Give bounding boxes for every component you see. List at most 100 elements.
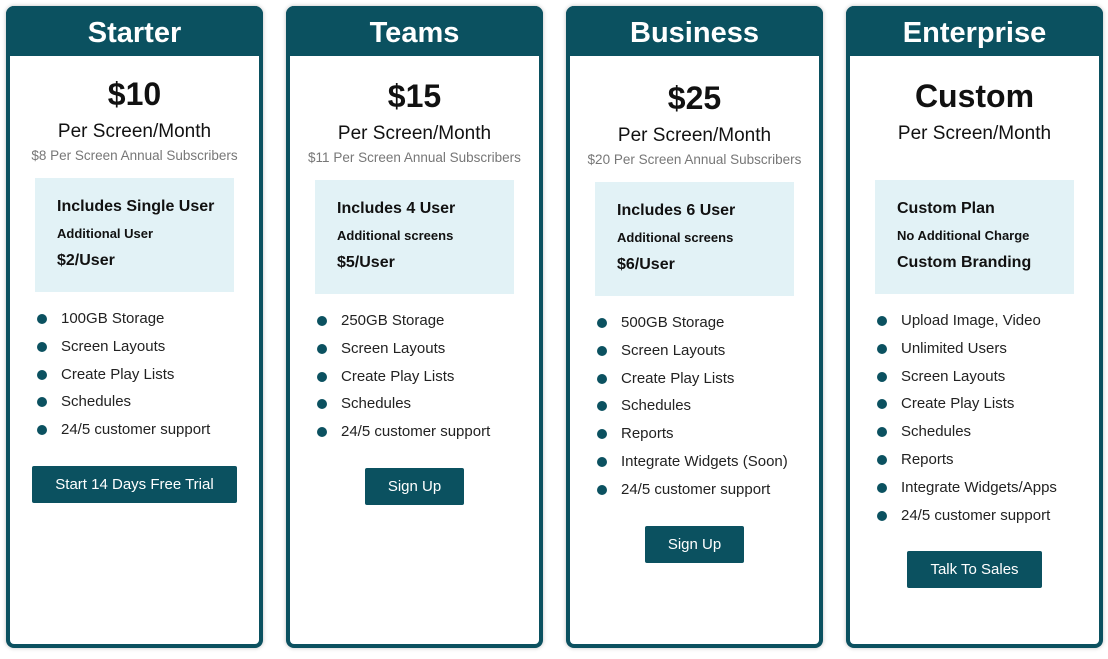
plan-card-teams: Teams $15 Per Screen/Month $11 Per Scree…	[286, 6, 543, 648]
plan-card-starter: Starter $10 Per Screen/Month $8 Per Scre…	[6, 6, 263, 648]
feature-item: Create Play Lists	[597, 370, 819, 398]
bullet-icon	[877, 454, 887, 465]
plan-name: Teams	[286, 6, 543, 56]
bullet-icon	[37, 369, 47, 380]
box-line-2: Additional screens	[617, 230, 734, 245]
bullet-icon	[317, 399, 327, 410]
box-line-2: Additional User	[57, 226, 154, 241]
feature-label: Reports	[901, 450, 954, 468]
feature-item: Reports	[877, 451, 1099, 479]
feature-item: Screen Layouts	[877, 368, 1099, 396]
price-period: Per Screen/Month	[617, 125, 772, 146]
feature-item: 250GB Storage	[317, 312, 539, 340]
feature-label: 24/5 customer support	[901, 506, 1051, 524]
enterprise-cta-button[interactable]: Talk To Sales	[907, 551, 1042, 589]
box-line-2: Additional screens	[337, 228, 454, 243]
bullet-icon	[877, 427, 887, 438]
feature-label: Screen Layouts	[341, 339, 446, 357]
feature-item: Schedules	[597, 397, 819, 425]
bullet-icon	[597, 345, 607, 356]
plan-user-box: Includes Single User Additional User $2/…	[35, 178, 234, 292]
teams-cta-button[interactable]: Sign Up	[364, 467, 465, 505]
box-line-3: $6/User	[617, 256, 675, 273]
plan-price: $25	[667, 80, 722, 116]
feature-label: Unlimited Users	[901, 339, 1007, 357]
plan-card-enterprise: Enterprise Custom Per Screen/Month Custo…	[846, 6, 1103, 648]
feature-label: Create Play Lists	[901, 395, 1015, 413]
price-period: Per Screen/Month	[897, 123, 1052, 144]
bullet-icon	[37, 341, 47, 352]
bullet-icon	[597, 373, 607, 384]
feature-item: 100GB Storage	[37, 310, 259, 338]
feature-item: Upload Image, Video	[877, 312, 1099, 340]
box-line-3: $5/User	[337, 254, 395, 271]
feature-label: 100GB Storage	[61, 310, 165, 327]
bullet-icon	[877, 371, 887, 382]
annual-price: $20 Per Screen Annual Subscribers	[587, 152, 802, 167]
price-period: Per Screen/Month	[337, 123, 492, 144]
plan-user-box: Custom Plan No Additional Charge Custom …	[875, 180, 1074, 294]
annual-price: $8 Per Screen Annual Subscribers	[31, 148, 238, 163]
bullet-icon	[597, 318, 607, 328]
feature-label: Integrate Widgets/Apps	[901, 478, 1057, 496]
feature-label: Create Play Lists	[341, 367, 455, 385]
feature-label: 24/5 customer support	[341, 423, 491, 441]
feature-item: Unlimited Users	[877, 340, 1099, 368]
box-line-1: Includes 6 User	[617, 202, 736, 219]
bullet-icon	[877, 399, 887, 410]
feature-item: Screen Layouts	[597, 342, 819, 370]
bullet-icon	[877, 482, 887, 493]
feature-label: 250GB Storage	[341, 312, 445, 329]
price-period: Per Screen/Month	[57, 121, 212, 142]
feature-item: Integrate Widgets/Apps	[877, 479, 1099, 507]
annual-price: $11 Per Screen Annual Subscribers	[308, 150, 521, 165]
plan-name: Business	[566, 6, 823, 56]
feature-item: 24/5 customer support	[37, 421, 259, 449]
feature-item: 24/5 customer support	[597, 481, 819, 509]
feature-list: 100GB Storage Screen Layouts Create Play L…	[10, 310, 259, 449]
bullet-icon	[877, 343, 887, 354]
feature-item: Integrate Widgets (Soon)	[597, 453, 819, 481]
plan-name: Enterprise	[846, 6, 1103, 56]
feature-label: Schedules	[341, 395, 412, 413]
feature-label: Screen Layouts	[621, 341, 726, 359]
feature-label: Reports	[621, 425, 674, 443]
feature-label: Create Play Lists	[61, 365, 175, 383]
bullet-icon	[877, 316, 887, 326]
bullet-icon	[877, 510, 887, 521]
feature-item: Screen Layouts	[317, 340, 539, 368]
feature-item: 24/5 customer support	[317, 423, 539, 451]
box-line-1: Includes 4 User	[337, 200, 456, 217]
starter-cta-button[interactable]: Start 14 Days Free Trial	[32, 465, 237, 503]
feature-item: Schedules	[317, 395, 539, 423]
feature-label: Integrate Widgets (Soon)	[621, 452, 788, 470]
feature-item: 24/5 customer support	[877, 507, 1099, 535]
box-line-3: $2/User	[57, 252, 115, 269]
bullet-icon	[317, 316, 327, 326]
feature-label: Upload Image, Video	[901, 312, 1041, 329]
annual-price	[850, 149, 1099, 167]
feature-label: Schedules	[901, 423, 972, 441]
plan-price: $10	[107, 76, 162, 112]
bullet-icon	[597, 429, 607, 440]
bullet-icon	[37, 314, 47, 324]
feature-label: Schedules	[61, 393, 132, 411]
business-cta-button[interactable]: Sign Up	[644, 525, 745, 563]
bullet-icon	[597, 456, 607, 467]
bullet-icon	[317, 371, 327, 382]
bullet-icon	[597, 401, 607, 412]
feature-list: 500GB Storage Screen Layouts Create Play L…	[570, 314, 819, 509]
plan-price: $15	[387, 78, 442, 114]
feature-item: Create Play Lists	[37, 366, 259, 394]
feature-item: Reports	[597, 425, 819, 453]
feature-item: 500GB Storage	[597, 314, 819, 342]
feature-label: 500GB Storage	[621, 314, 725, 331]
plan-user-box: Includes 4 User Additional screens $5/Us…	[315, 180, 514, 294]
plan-name: Starter	[6, 6, 263, 56]
feature-item: Create Play Lists	[317, 368, 539, 396]
feature-label: Screen Layouts	[61, 337, 166, 355]
feature-list: Upload Image, Video Unlimited Users Screen…	[850, 312, 1099, 534]
feature-item: Schedules	[877, 423, 1099, 451]
feature-label: 24/5 customer support	[621, 480, 771, 498]
box-line-3: Custom Branding	[897, 254, 1032, 271]
